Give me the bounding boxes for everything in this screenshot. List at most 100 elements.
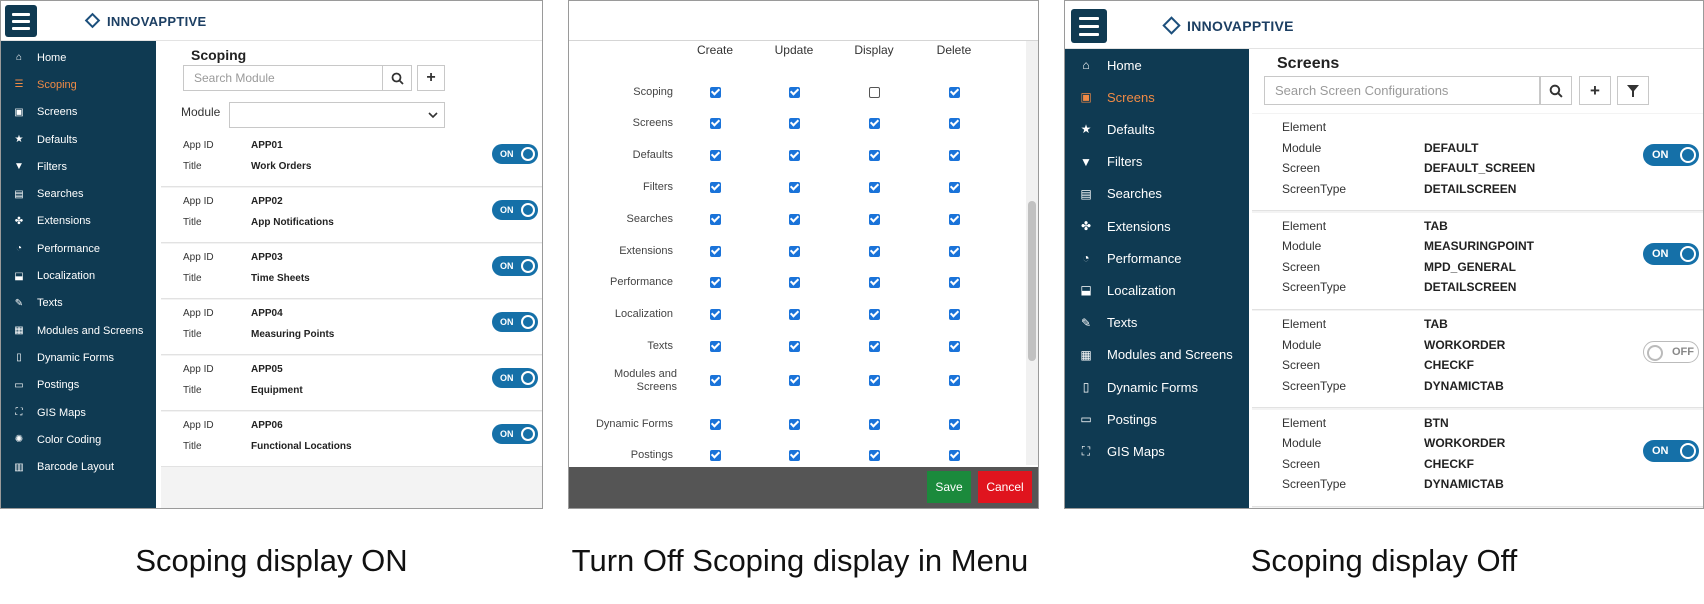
sidebar-item-screens[interactable]: ▣ Screens	[1065, 81, 1249, 113]
sidebar-item-modules-and-screens[interactable]: ▦ Modules and Screens	[1, 317, 156, 344]
search-button[interactable]	[1540, 76, 1572, 105]
screen-card[interactable]: Element TAB Module MEASURINGPOINT Screen MPD_…	[1252, 212, 1703, 310]
scope-toggle[interactable]: ON	[492, 200, 538, 220]
checkbox-update[interactable]	[789, 182, 800, 193]
checkbox-create[interactable]	[710, 419, 721, 430]
sidebar-item-filters[interactable]: ▼ Filters	[1, 153, 156, 180]
sidebar-item-gis-maps[interactable]: ⛶ GIS Maps	[1065, 435, 1249, 467]
checkbox-update[interactable]	[789, 87, 800, 98]
sidebar-item-home[interactable]: ⌂ Home	[1, 44, 156, 71]
scrollbar-thumb[interactable]	[1028, 201, 1036, 361]
checkbox-delete[interactable]	[949, 419, 960, 430]
app-card[interactable]: App ID APP03 Title Time Sheets ON	[161, 244, 542, 299]
sidebar-item-postings[interactable]: ▭ Postings	[1, 372, 156, 399]
screen-toggle[interactable]: OFF	[1643, 341, 1699, 363]
sidebar-item-barcode-layout[interactable]: ▥ Barcode Layout	[1, 454, 156, 481]
sidebar-item-searches[interactable]: ▤ Searches	[1, 181, 156, 208]
screen-card[interactable]: Element TAB Module WORKORDER Screen CHECKF Scr…	[1252, 311, 1703, 408]
screen-toggle[interactable]: ON	[1643, 144, 1699, 166]
scope-toggle[interactable]: ON	[492, 368, 538, 388]
checkbox-update[interactable]	[789, 246, 800, 257]
checkbox-update[interactable]	[789, 375, 800, 386]
menu-button[interactable]	[1071, 9, 1107, 43]
checkbox-update[interactable]	[789, 150, 800, 161]
checkbox-create[interactable]	[710, 309, 721, 320]
save-button[interactable]: Save	[927, 471, 971, 503]
sidebar-item-extensions[interactable]: ✤ Extensions	[1065, 210, 1249, 242]
checkbox-create[interactable]	[710, 182, 721, 193]
app-card[interactable]: App ID APP05 Title Equipment ON	[161, 356, 542, 411]
sidebar-item-filters[interactable]: ▼ Filters	[1065, 146, 1249, 178]
checkbox-delete[interactable]	[949, 309, 960, 320]
checkbox-delete[interactable]	[949, 277, 960, 288]
cancel-button[interactable]: Cancel	[978, 471, 1032, 503]
sidebar-item-texts[interactable]: ✎ Texts	[1065, 307, 1249, 339]
app-card[interactable]: App ID APP02 Title App Notifications ON	[161, 188, 542, 243]
checkbox-display[interactable]	[869, 214, 880, 225]
sidebar-item-gis-maps[interactable]: ⛶ GIS Maps	[1, 399, 156, 426]
checkbox-display[interactable]	[869, 118, 880, 129]
checkbox-delete[interactable]	[949, 214, 960, 225]
checkbox-update[interactable]	[789, 118, 800, 129]
sidebar-item-defaults[interactable]: ★ Defaults	[1065, 113, 1249, 145]
search-button[interactable]	[382, 65, 412, 91]
checkbox-display[interactable]	[869, 375, 880, 386]
checkbox-update[interactable]	[789, 419, 800, 430]
scope-toggle[interactable]: ON	[492, 256, 538, 276]
app-card[interactable]: App ID APP01 Title Work Orders ON	[161, 132, 542, 187]
sidebar-item-localization[interactable]: ⬓ Localization	[1, 262, 156, 289]
scope-toggle[interactable]: ON	[492, 312, 538, 332]
screen-card[interactable]: Element Module DEFAULT Screen DEFAULT_SCREEN…	[1252, 114, 1703, 211]
checkbox-display[interactable]	[869, 309, 880, 320]
checkbox-display[interactable]	[869, 87, 880, 98]
app-card[interactable]: App ID APP04 Title Measuring Points ON	[161, 300, 542, 355]
add-button[interactable]: +	[417, 65, 445, 91]
checkbox-display[interactable]	[869, 277, 880, 288]
checkbox-display[interactable]	[869, 341, 880, 352]
add-button[interactable]: +	[1579, 76, 1611, 105]
checkbox-create[interactable]	[710, 118, 721, 129]
checkbox-display[interactable]	[869, 419, 880, 430]
sidebar-item-defaults[interactable]: ★ Defaults	[1, 126, 156, 153]
checkbox-display[interactable]	[869, 246, 880, 257]
checkbox-display[interactable]	[869, 450, 880, 461]
sidebar-item-modules-and-screens[interactable]: ▦ Modules and Screens	[1065, 339, 1249, 371]
screen-toggle[interactable]: ON	[1643, 242, 1699, 265]
checkbox-create[interactable]	[710, 277, 721, 288]
sidebar-item-scoping[interactable]: ☰ Scoping	[1, 71, 156, 98]
checkbox-update[interactable]	[789, 277, 800, 288]
checkbox-update[interactable]	[789, 341, 800, 352]
sidebar-item-postings[interactable]: ▭ Postings	[1065, 403, 1249, 435]
checkbox-delete[interactable]	[949, 375, 960, 386]
sidebar-item-extensions[interactable]: ✤ Extensions	[1, 208, 156, 235]
app-card[interactable]: App ID APP06 Title Functional Locations ON	[161, 412, 542, 467]
checkbox-create[interactable]	[710, 450, 721, 461]
sidebar-item-color-coding[interactable]: ✺ Color Coding	[1, 426, 156, 453]
checkbox-display[interactable]	[869, 182, 880, 193]
sidebar-item-performance[interactable]: ◔ Performance	[1065, 242, 1249, 274]
module-select[interactable]	[229, 102, 445, 128]
sidebar-item-performance[interactable]: ◔ Performance	[1, 235, 156, 262]
screen-toggle[interactable]: ON	[1643, 439, 1699, 462]
scope-toggle[interactable]: ON	[492, 144, 538, 164]
checkbox-create[interactable]	[710, 214, 721, 225]
checkbox-create[interactable]	[710, 375, 721, 386]
filter-button[interactable]	[1617, 76, 1649, 105]
sidebar-item-dynamic-forms[interactable]: ▯ Dynamic Forms	[1, 344, 156, 371]
sidebar-item-localization[interactable]: ⬓ Localization	[1065, 274, 1249, 306]
checkbox-delete[interactable]	[949, 118, 960, 129]
checkbox-delete[interactable]	[949, 87, 960, 98]
sidebar-item-screens[interactable]: ▣ Screens	[1, 99, 156, 126]
menu-button[interactable]	[5, 5, 37, 37]
search-input[interactable]: Search Screen Configurations	[1264, 76, 1540, 105]
sidebar-item-dynamic-forms[interactable]: ▯ Dynamic Forms	[1065, 371, 1249, 403]
checkbox-display[interactable]	[869, 150, 880, 161]
checkbox-create[interactable]	[710, 150, 721, 161]
checkbox-create[interactable]	[710, 341, 721, 352]
checkbox-update[interactable]	[789, 309, 800, 320]
screen-card[interactable]: Element BTN Module WORKORDER Screen CHECKF Scr…	[1252, 409, 1703, 507]
search-input[interactable]: Search Module	[183, 65, 383, 91]
scope-toggle[interactable]: ON	[492, 424, 538, 444]
checkbox-delete[interactable]	[949, 450, 960, 461]
checkbox-update[interactable]	[789, 450, 800, 461]
